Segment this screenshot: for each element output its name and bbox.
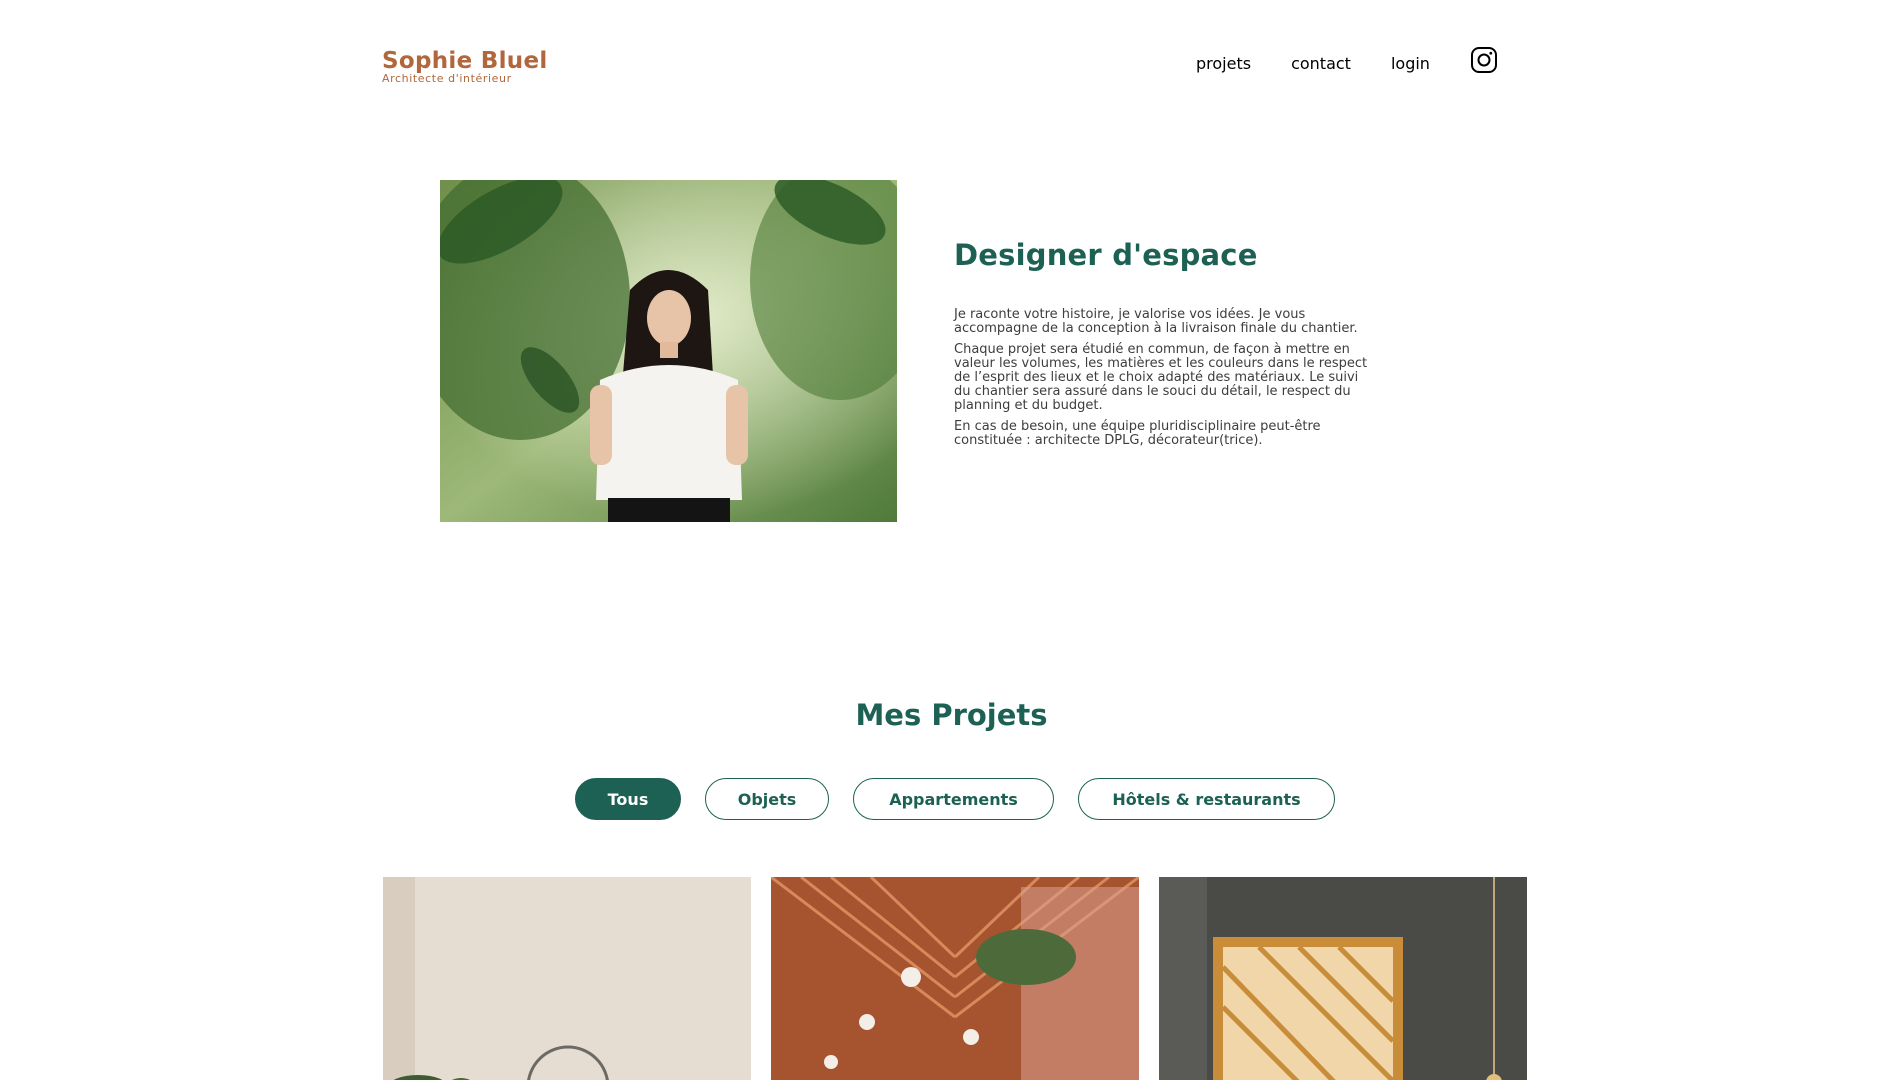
intro-paragraph: Je raconte votre histoire, je valorise v… [954,307,1358,336]
intro-paragraph: En cas de besoin, une équipe pluridiscip… [954,419,1321,448]
nav-link-login[interactable]: login [1391,54,1430,73]
intro-paragraph: Chaque projet sera étudié en commun, de … [954,342,1368,413]
filter-objets-button[interactable]: Objets [705,778,829,820]
filter-bar: Tous Objets Appartements Hôtels & restau… [575,778,1359,820]
logo-subtitle: Architecte d'intérieur [382,72,512,85]
intro-title: Designer d'espace [954,238,1258,272]
nav-link-contact[interactable]: contact [1291,54,1351,73]
architect-portrait [440,180,897,522]
filter-appartements-button[interactable]: Appartements [853,778,1054,820]
filter-hotels-restaurants-button[interactable]: Hôtels & restaurants [1078,778,1335,820]
main-nav: projets contact login [1196,47,1498,74]
project-image[interactable] [771,877,1139,1080]
intro-section: Designer d'espace Je raconte votre histo… [954,238,1374,448]
filter-tous-button[interactable]: Tous [575,778,681,820]
project-gallery [383,877,1547,1080]
project-image[interactable] [1159,877,1527,1080]
logo[interactable]: Sophie Bluel Architecte d'intérieur [382,48,548,85]
project-image[interactable] [383,877,751,1080]
logo-name: Sophie Bluel [382,48,548,74]
instagram-icon[interactable] [1470,46,1498,74]
projects-title: Mes Projets [855,698,1048,732]
nav-link-projets[interactable]: projets [1196,54,1251,73]
